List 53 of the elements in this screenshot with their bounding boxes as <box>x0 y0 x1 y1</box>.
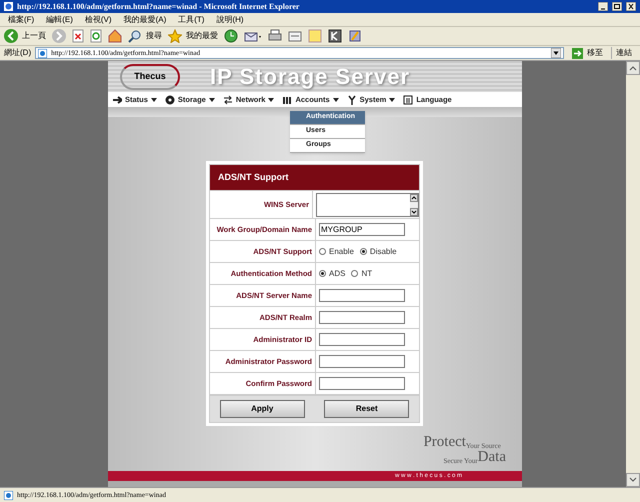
menu-item[interactable]: 檔案(F) <box>8 14 34 26</box>
star-icon <box>168 29 182 43</box>
text-input[interactable] <box>319 311 405 324</box>
ie-icon <box>4 2 13 11</box>
radio-option[interactable]: NT <box>351 268 372 280</box>
menu-item[interactable]: 我的最愛(A) <box>124 14 166 26</box>
close-icon[interactable] <box>626 2 636 11</box>
form-button[interactable]: Reset <box>324 400 410 418</box>
scrollbar[interactable] <box>626 61 640 487</box>
page-icon <box>38 48 48 58</box>
disc-icon <box>164 94 175 104</box>
slogan-text: Data <box>478 450 506 465</box>
window-title: http://192.168.1.100/adm/getform.html?name=winad - Microsoft Internet Explorer <box>17 0 300 12</box>
back-button[interactable]: 上一頁 <box>4 29 46 43</box>
refresh-icon[interactable] <box>90 29 102 43</box>
banner-title: IP Storage Server <box>210 63 410 91</box>
favorites-button[interactable]: 我的最愛 <box>168 29 218 43</box>
page-icon <box>4 490 13 500</box>
radio-option[interactable]: Disable <box>360 246 397 258</box>
text-input[interactable]: MYGROUP <box>319 223 405 236</box>
stop-icon[interactable] <box>72 29 84 43</box>
menu-item[interactable]: 工具(T) <box>178 14 204 26</box>
text-input[interactable] <box>319 355 405 368</box>
antenna-icon <box>346 94 357 104</box>
search-icon <box>128 29 142 43</box>
radio-option[interactable]: ADS <box>319 268 346 280</box>
slogan-text: Protect <box>423 435 466 450</box>
menu-item[interactable]: 檢視(V) <box>84 14 112 26</box>
printer-icon[interactable] <box>268 29 282 43</box>
arrow-icon <box>112 94 122 104</box>
text-input[interactable] <box>319 377 405 390</box>
swap-arrows-icon <box>222 94 233 104</box>
scrollbar-icon <box>410 194 418 216</box>
text-input[interactable] <box>319 289 405 302</box>
radio-option[interactable]: Enable <box>319 246 354 258</box>
home-icon[interactable] <box>108 29 122 43</box>
form-button[interactable]: Apply <box>220 400 305 418</box>
search-button[interactable]: 搜尋 <box>128 29 162 43</box>
logo: Thecus <box>120 64 180 90</box>
text-input[interactable] <box>319 333 405 346</box>
go-button[interactable]: 移至 <box>568 47 607 59</box>
menu-item[interactable]: 編輯(E) <box>46 14 73 26</box>
text-area[interactable] <box>316 192 419 216</box>
form-title: ADS/NT Support <box>209 164 420 191</box>
go-arrow-icon <box>572 48 583 58</box>
minimize-icon[interactable] <box>598 2 608 11</box>
maximize-icon[interactable] <box>612 2 622 11</box>
k-tile-icon[interactable] <box>328 29 342 43</box>
dropdown-arrow-icon[interactable] <box>551 48 561 58</box>
history-icon[interactable] <box>224 29 238 43</box>
menu-item[interactable]: 說明(H) <box>216 14 244 26</box>
address-label: 網址(D) <box>4 47 32 59</box>
links-button[interactable]: 連結 <box>611 47 636 59</box>
